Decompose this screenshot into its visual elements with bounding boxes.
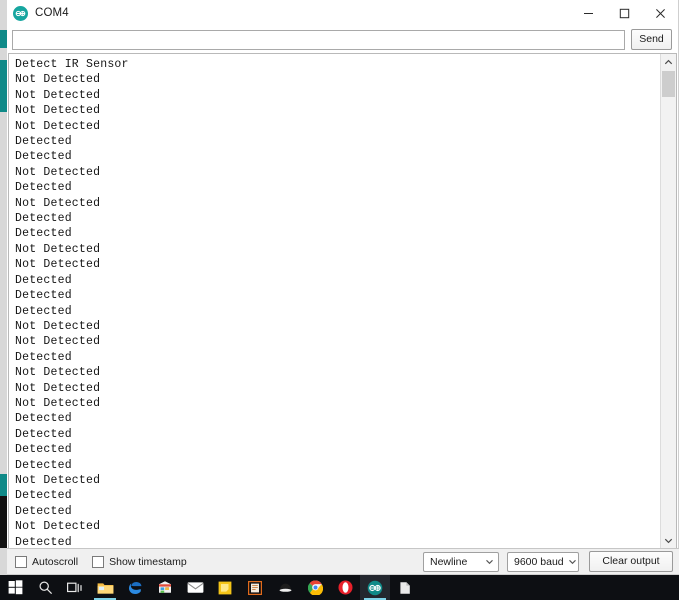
console-line: Not Detected (15, 319, 101, 333)
console-line: Detected (15, 504, 72, 518)
show-timestamp-checkbox[interactable]: Show timestamp (92, 555, 187, 568)
console-line: Detected (15, 443, 72, 457)
console-line: Not Detected (15, 381, 101, 395)
chevron-down-icon (481, 557, 498, 566)
baud-rate-value: 9600 baud (514, 555, 564, 568)
console-line: Detect IR Sensor (15, 58, 129, 71)
bg-segment (0, 60, 7, 112)
taskbar-microsoft-store[interactable] (150, 575, 180, 600)
show-timestamp-checkbox-box[interactable] (92, 555, 105, 568)
serial-output-console[interactable]: Detect IR Sensor Not Detected Not Detected… (9, 54, 660, 548)
console-line: Detected (15, 535, 72, 548)
console-line: Not Detected (15, 242, 101, 256)
taskbar-chrome-browser[interactable] (300, 575, 330, 600)
title-bar: COM4 (7, 0, 678, 26)
bg-segment (0, 112, 7, 474)
taskbar-edge-browser[interactable] (120, 575, 150, 600)
console-line: Detected (15, 227, 72, 241)
console-line: Detected (15, 489, 72, 503)
line-ending-dropdown[interactable]: Newline (423, 551, 499, 572)
title-bar-left: COM4 (7, 5, 69, 21)
bg-segment (0, 30, 7, 48)
taskbar-task-view-button[interactable] (60, 575, 90, 600)
bg-segment (0, 548, 7, 575)
console-line: Detected (15, 350, 72, 364)
arduino-logo-icon (13, 5, 28, 21)
taskbar-file-explorer[interactable] (90, 575, 120, 600)
minimize-button[interactable] (570, 0, 606, 26)
serial-send-input[interactable] (12, 29, 625, 50)
bg-segment (0, 496, 7, 548)
monitor-toolbar: Autoscroll Show timestamp Newline 9600 b… (7, 548, 679, 574)
console-line: Detected (15, 458, 72, 472)
bg-segment (0, 48, 7, 60)
scrollbar-thumb[interactable] (662, 71, 675, 97)
taskbar-app-document[interactable] (390, 575, 420, 600)
console-line: Not Detected (15, 73, 101, 87)
console-line: Not Detected (15, 165, 101, 179)
console-line: Not Detected (15, 196, 101, 210)
taskbar-arduino-ide[interactable] (360, 575, 390, 600)
console-line: Detected (15, 289, 72, 303)
console-line: Not Detected (15, 473, 101, 487)
console-line: Detected (15, 150, 72, 164)
console-line: Detected (15, 181, 72, 195)
scroll-up-button[interactable] (661, 54, 676, 70)
console-line: Not Detected (15, 396, 101, 410)
console-line: Not Detected (15, 104, 101, 118)
taskbar-opera-browser[interactable] (330, 575, 360, 600)
window-title: COM4 (35, 7, 69, 19)
send-button[interactable]: Send (631, 29, 672, 50)
line-ending-value: Newline (430, 555, 468, 568)
taskbar-app-yellow[interactable] (210, 575, 240, 600)
console-line: Detected (15, 135, 72, 149)
autoscroll-checkbox[interactable]: Autoscroll (15, 555, 79, 568)
console-line: Detected (15, 212, 72, 226)
send-row: Send (7, 26, 678, 53)
close-button[interactable] (642, 0, 678, 26)
console-line: Not Detected (15, 366, 101, 380)
autoscroll-label: Autoscroll (32, 555, 79, 568)
taskbar-mail-app[interactable] (180, 575, 210, 600)
console-line: Detected (15, 412, 72, 426)
show-timestamp-label: Show timestamp (109, 555, 187, 568)
console-line: Not Detected (15, 88, 101, 102)
console-line: Not Detected (15, 258, 101, 272)
baud-rate-dropdown[interactable]: 9600 baud (507, 551, 581, 572)
output-scrollbar[interactable] (660, 54, 676, 548)
console-line: Detected (15, 273, 72, 287)
console-line: Not Detected (15, 335, 101, 349)
bg-segment (0, 0, 7, 30)
clear-output-button[interactable]: Clear output (589, 551, 673, 572)
autoscroll-checkbox-box[interactable] (15, 555, 27, 568)
windows-taskbar (0, 575, 679, 600)
taskbar-app-dark[interactable] (270, 575, 300, 600)
chevron-down-icon (564, 557, 581, 566)
taskbar-start-button[interactable] (0, 575, 30, 600)
maximize-button[interactable] (606, 0, 642, 26)
console-line: Not Detected (15, 119, 101, 133)
taskbar-sticky-notes[interactable] (240, 575, 270, 600)
serial-monitor-window: COM4 Send Detect IR Sensor Not Detected No (7, 0, 679, 575)
screen: COM4 Send Detect IR Sensor Not Detected No (0, 0, 679, 600)
taskbar-search-button[interactable] (30, 575, 60, 600)
console-line: Detected (15, 427, 72, 441)
scroll-down-button[interactable] (661, 532, 676, 548)
console-line: Detected (15, 304, 72, 318)
output-area: Detect IR Sensor Not Detected Not Detected… (8, 53, 677, 548)
background-window-edge (0, 0, 7, 575)
console-line: Not Detected (15, 520, 101, 534)
bg-segment (0, 474, 7, 496)
window-controls (570, 0, 678, 26)
